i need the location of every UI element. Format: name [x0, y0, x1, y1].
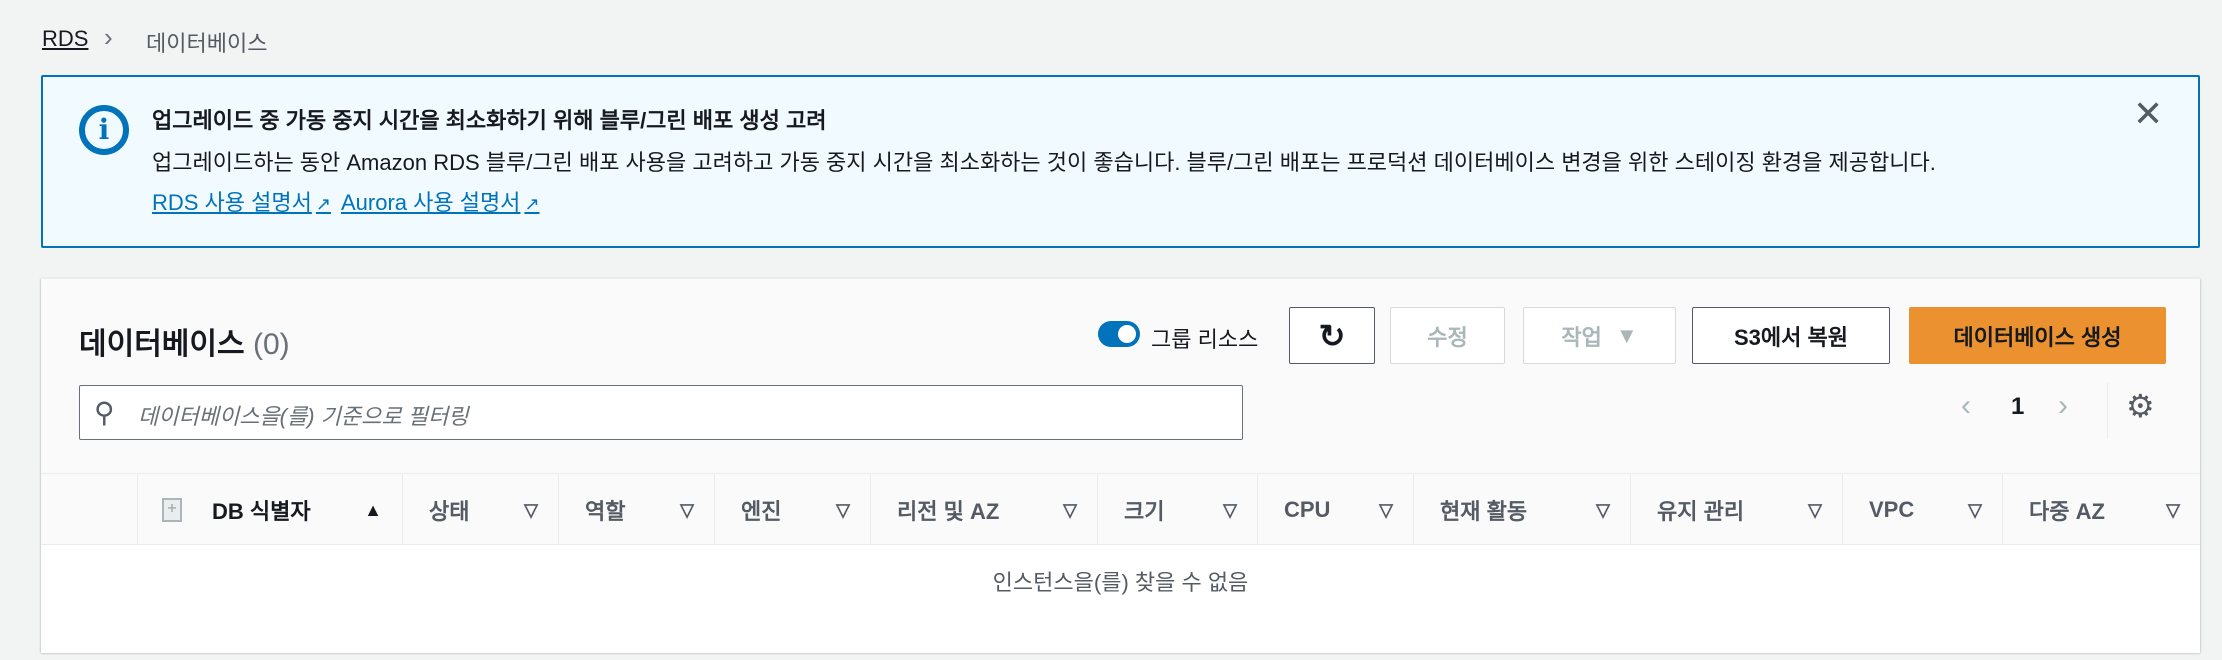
external-link-icon: ↗: [315, 194, 331, 214]
rds-guide-link[interactable]: RDS 사용 설명서 ↗: [152, 185, 331, 217]
modify-label: 수정: [1427, 324, 1468, 350]
sort-icon: ▽: [836, 499, 850, 520]
db-count: (0): [252, 328, 290, 361]
sort-icon: ▽: [680, 499, 694, 520]
sort-icon: ▽: [1063, 499, 1077, 520]
rds-guide-label: RDS 사용 설명서: [152, 190, 312, 215]
column-cpu[interactable]: CPU ▽: [1257, 474, 1413, 546]
info-icon: i: [79, 105, 129, 155]
panel-title: 데이터베이스 (0): [79, 319, 290, 363]
aurora-guide-link[interactable]: Aurora 사용 설명서 ↗: [341, 185, 540, 217]
column-label: 상태: [429, 499, 470, 524]
column-db-identifier[interactable]: + DB 식별자 ▲: [137, 474, 402, 546]
external-link-icon: ↗: [524, 194, 540, 214]
sort-ascending-icon: ▲: [364, 499, 382, 520]
sort-icon: ▽: [1808, 499, 1822, 520]
column-region-az[interactable]: 리전 및 AZ ▽: [870, 474, 1097, 546]
modify-button[interactable]: 수정: [1390, 307, 1505, 364]
column-multi-az[interactable]: 다중 AZ ▽: [2002, 474, 2200, 546]
info-alert: i 업그레이드 중 가동 중지 시간을 최소화하기 위해 블루/그린 배포 생성…: [41, 75, 2200, 248]
search-icon: ⚲: [94, 397, 115, 428]
column-label: VPC: [1869, 497, 1915, 522]
column-label: 엔진: [741, 499, 782, 524]
previous-page-icon[interactable]: ‹: [1961, 389, 1971, 423]
filter-placeholder: 데이터베이스을(를) 기준으로 필터링: [138, 404, 469, 429]
group-resources-toggle[interactable]: [1098, 321, 1140, 347]
column-size[interactable]: 크기 ▽: [1097, 474, 1257, 546]
column-maintenance[interactable]: 유지 관리 ▽: [1630, 474, 1842, 546]
divider: [2107, 383, 2108, 439]
refresh-icon: ↻: [1318, 317, 1346, 354]
alert-body: 업그레이드하는 동안 Amazon RDS 블루/그린 배포 사용을 고려하고 …: [152, 150, 1936, 175]
table-header: + DB 식별자 ▲ 상태 ▽ 역할 ▽ 엔진 ▽ 리전 및 AZ ▽ 크기 ▽ CPU ▽ 현…: [41, 473, 2200, 546]
sort-icon: ▽: [1223, 499, 1237, 520]
actions-label: 작업: [1561, 324, 1602, 350]
panel-title-text: 데이터베이스: [79, 328, 245, 361]
actions-button[interactable]: 작업 ▼: [1523, 307, 1676, 364]
empty-state: 인스턴스을(를) 찾을 수 없음: [41, 545, 2200, 653]
column-label: 유지 관리: [1657, 499, 1745, 524]
breadcrumb-current: 데이터베이스: [146, 31, 268, 56]
page-number[interactable]: 1: [2011, 393, 2024, 421]
group-resources-label: 그룹 리소스: [1151, 327, 1259, 352]
sort-icon: ▽: [1968, 499, 1982, 520]
next-page-icon[interactable]: ›: [2058, 389, 2068, 423]
sort-icon: ▽: [1596, 499, 1610, 520]
create-database-button[interactable]: 데이터베이스 생성: [1909, 307, 2166, 364]
breadcrumb-rds-link[interactable]: RDS: [42, 26, 88, 52]
expand-icon: +: [162, 498, 182, 522]
create-label: 데이터베이스 생성: [1953, 324, 2122, 350]
column-engine[interactable]: 엔진 ▽: [714, 474, 870, 546]
column-label: CPU: [1284, 497, 1331, 522]
column-label: DB 식별자: [212, 499, 311, 524]
column-label: 리전 및 AZ: [897, 499, 1000, 524]
breadcrumb-chevron-icon: ›: [104, 22, 113, 52]
sort-icon: ▽: [2166, 499, 2180, 520]
caret-down-icon: ▼: [1615, 322, 1638, 348]
column-status[interactable]: 상태 ▽: [402, 474, 558, 546]
restore-label: S3에서 복원: [1734, 324, 1848, 350]
refresh-button[interactable]: ↻: [1289, 307, 1375, 364]
sort-icon: ▽: [524, 499, 538, 520]
restore-from-s3-button[interactable]: S3에서 복원: [1692, 307, 1890, 364]
gear-icon[interactable]: ⚙: [2126, 387, 2155, 425]
alert-title: 업그레이드 중 가동 중지 시간을 최소화하기 위해 블루/그린 배포 생성 고…: [152, 108, 827, 133]
sort-icon: ▽: [1379, 499, 1393, 520]
column-label: 다중 AZ: [2029, 499, 2105, 524]
close-icon[interactable]: ✕: [2133, 93, 2163, 135]
column-label: 현재 활동: [1440, 499, 1528, 524]
aurora-guide-label: Aurora 사용 설명서: [340, 190, 521, 215]
column-role[interactable]: 역할 ▽: [558, 474, 714, 546]
column-vpc[interactable]: VPC ▽: [1842, 474, 2002, 546]
column-label: 역할: [585, 499, 626, 524]
filter-input[interactable]: ⚲ 데이터베이스을(를) 기준으로 필터링: [79, 385, 1243, 440]
column-current-activity[interactable]: 현재 활동 ▽: [1413, 474, 1630, 546]
column-label: 크기: [1124, 499, 1165, 524]
databases-panel: 데이터베이스 (0) 그룹 리소스 ↻ 수정 작업 ▼ S3에서 복원 데이터베이…: [41, 278, 2200, 653]
